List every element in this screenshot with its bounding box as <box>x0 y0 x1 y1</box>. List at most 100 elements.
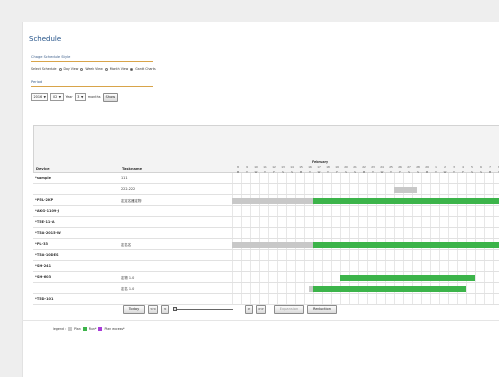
day-gridline <box>322 272 323 282</box>
day-gridline <box>430 250 431 260</box>
day-gridline <box>232 228 233 238</box>
week-view-label[interactable]: Week View <box>85 67 102 71</box>
month-label: February <box>312 160 329 164</box>
run-bar[interactable] <box>313 197 499 204</box>
month-view-label[interactable]: Month View <box>110 67 129 71</box>
day-gridline <box>295 250 296 260</box>
day-view-label[interactable]: Day View <box>64 67 79 71</box>
day-number: 23 <box>371 165 375 169</box>
day-gridline <box>304 217 305 227</box>
day-gridline <box>322 228 323 238</box>
day-gridline <box>349 206 350 216</box>
day-number: 9 <box>246 165 248 169</box>
day-gridline <box>448 206 449 216</box>
day-number: 22 <box>362 165 366 169</box>
day-view-radio[interactable] <box>58 67 62 71</box>
day-number: 7 <box>489 165 491 169</box>
gantt-charts-radio[interactable] <box>130 67 134 71</box>
schedule-row[interactable]: *T5A-10DES <box>33 250 499 261</box>
zoom-slider[interactable] <box>173 307 233 311</box>
legend-plan-excess-label: Plan excess* <box>104 327 125 331</box>
day-gridline <box>493 294 494 304</box>
day-gridline <box>421 173 422 183</box>
day-gridline <box>349 173 350 183</box>
day-gridline <box>484 228 485 238</box>
run-bar[interactable] <box>340 274 475 281</box>
day-gridline <box>385 217 386 227</box>
period-section-rule <box>31 86 153 87</box>
chevron-down-icon: ▼ <box>58 95 62 99</box>
expansion-button[interactable]: Expansion <box>274 304 304 314</box>
day-gridline <box>232 173 233 183</box>
day-gridline <box>331 184 332 194</box>
schedule-row[interactable]: *T5E-11-A <box>33 217 499 228</box>
prev-fast-button[interactable]: << <box>148 304 158 314</box>
day-gridline <box>250 272 251 282</box>
day-gridline <box>466 228 467 238</box>
day-gridline <box>331 250 332 260</box>
slider-knob[interactable] <box>173 307 177 311</box>
gantt-charts-label[interactable]: Gantt Charts <box>135 67 155 71</box>
day-gridline <box>268 184 269 194</box>
day-gridline <box>331 228 332 238</box>
reduction-button[interactable]: Reduction <box>307 304 337 314</box>
plan-bar[interactable] <box>232 197 313 204</box>
day-gridline <box>394 206 395 216</box>
schedule-row[interactable]: 222-222 <box>33 184 499 195</box>
day-gridline <box>250 184 251 194</box>
year-select[interactable]: 2016 ▼ <box>31 93 49 101</box>
day-gridline <box>412 173 413 183</box>
day-gridline <box>439 261 440 271</box>
day-gridline <box>403 228 404 238</box>
day-gridline <box>430 173 431 183</box>
next-button[interactable]: > <box>245 304 253 314</box>
day-gridline <box>304 228 305 238</box>
legend-plan-label: Plan <box>73 327 81 331</box>
today-button[interactable]: Today <box>123 304 145 314</box>
taskname-cell: 111 <box>121 175 128 180</box>
day-gridline <box>331 206 332 216</box>
schedule-row[interactable]: *AKG-1109-J <box>33 206 499 217</box>
schedule-row[interactable]: *SH-241 <box>33 261 499 272</box>
day-number: 20 <box>344 165 348 169</box>
show-button[interactable]: Show <box>102 92 119 102</box>
day-gridline <box>484 173 485 183</box>
day-gridline <box>241 217 242 227</box>
day-gridline <box>430 228 431 238</box>
months-count-select[interactable]: 3 ▼ <box>74 93 86 101</box>
schedule-row[interactable]: *sample 111 <box>33 173 499 184</box>
day-gridline <box>376 261 377 271</box>
week-view-radio[interactable] <box>80 67 84 71</box>
day-gridline <box>367 173 368 183</box>
footer-divider <box>22 320 499 321</box>
day-gridline <box>358 173 359 183</box>
day-gridline <box>421 228 422 238</box>
day-gridline <box>286 184 287 194</box>
run-bar[interactable] <box>313 285 466 292</box>
device-cell: *P5L-2KP <box>35 197 54 202</box>
day-gridline <box>241 206 242 216</box>
day-gridline <box>313 272 314 282</box>
prev-button[interactable]: < <box>161 304 169 314</box>
day-gridline <box>313 184 314 194</box>
day-gridline <box>493 206 494 216</box>
month-view-radio[interactable] <box>104 67 108 71</box>
month-value: 02 <box>52 95 58 99</box>
plan-bar[interactable] <box>394 186 417 193</box>
day-gridline <box>457 217 458 227</box>
day-gridline <box>394 217 395 227</box>
day-gridline <box>430 261 431 271</box>
next-fast-button[interactable]: >> <box>256 304 266 314</box>
month-select[interactable]: 02 ▼ <box>50 93 64 101</box>
run-bar[interactable] <box>313 241 499 248</box>
taskname-cell: 222-222 <box>121 186 136 191</box>
day-number: 12 <box>272 165 276 169</box>
schedule-row[interactable]: *T5A-2015-W <box>33 228 499 239</box>
day-gridline <box>259 283 260 293</box>
plan-bar[interactable] <box>232 241 313 248</box>
day-gridline <box>412 250 413 260</box>
day-gridline <box>250 217 251 227</box>
day-gridline <box>484 294 485 304</box>
months-label: months <box>87 95 101 99</box>
day-gridline <box>457 206 458 216</box>
